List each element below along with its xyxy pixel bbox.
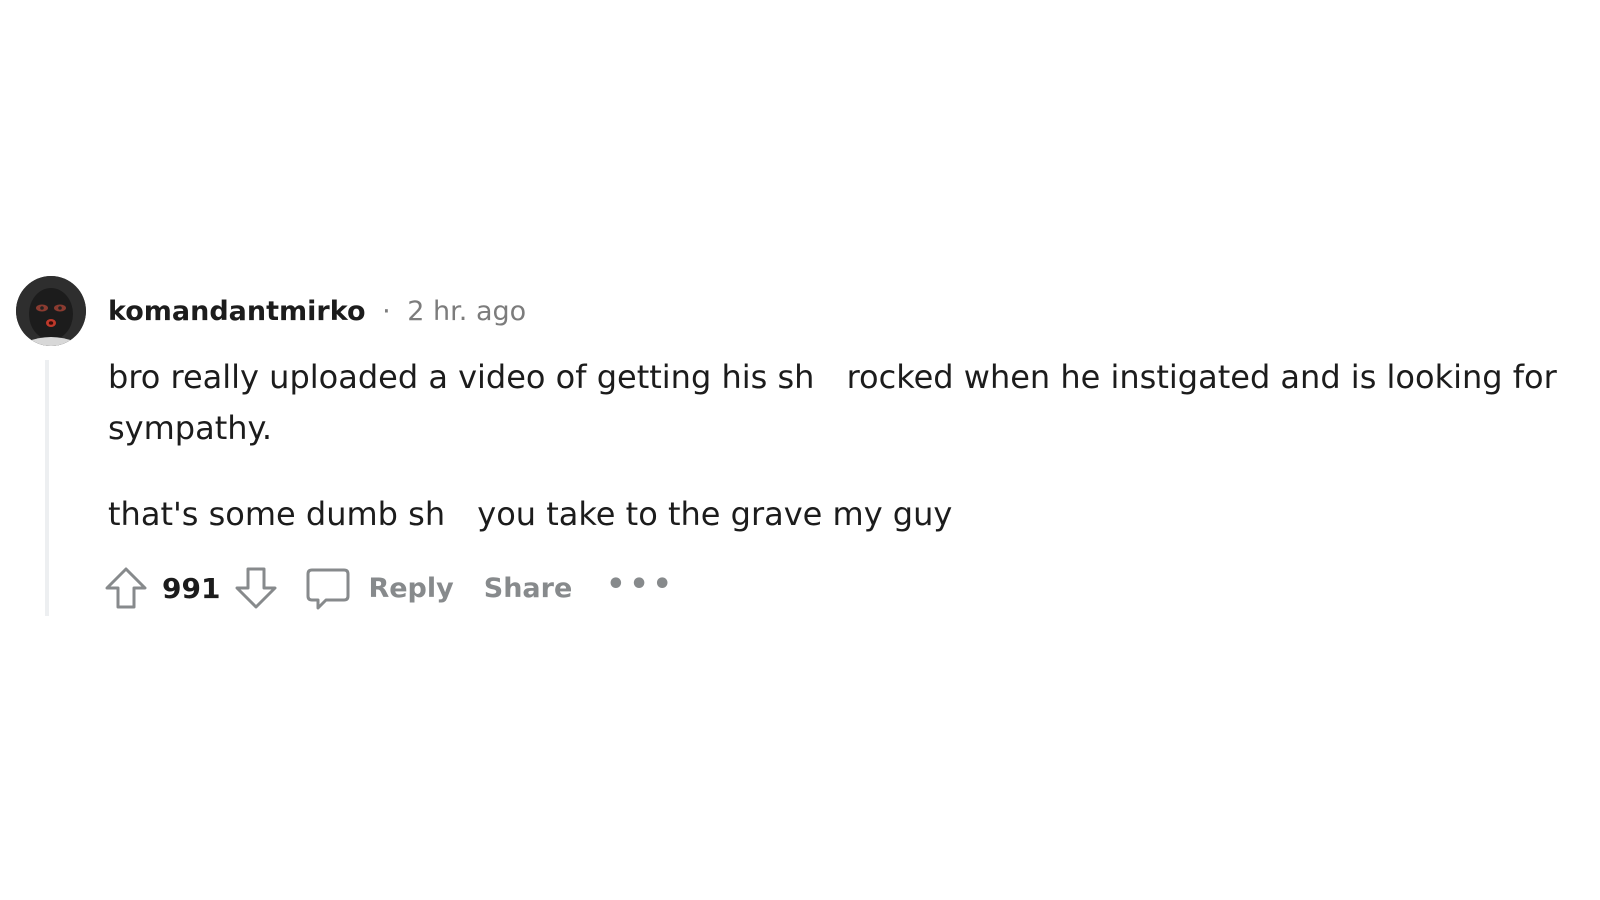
comment-bubble-icon[interactable] — [304, 564, 352, 612]
comment-actions: 991 Reply Share ••• — [102, 562, 676, 614]
more-options-button[interactable]: ••• — [606, 567, 676, 602]
paragraph-text: you take to the grave my guy — [467, 495, 953, 533]
comment-paragraph: that's some dumb sh you take to the grav… — [108, 489, 1578, 540]
avatar[interactable] — [16, 276, 86, 346]
reply-button[interactable]: Reply — [368, 573, 453, 604]
author-name[interactable]: komandantmirko — [108, 296, 366, 327]
paragraph-text: that's some dumb sh — [108, 495, 446, 533]
paragraph-text: bro really uploaded a video of getting h… — [108, 358, 815, 396]
timestamp[interactable]: 2 hr. ago — [407, 296, 526, 327]
vote-score: 991 — [162, 571, 221, 605]
avatar-image — [16, 276, 86, 346]
share-button[interactable]: Share — [484, 573, 573, 604]
comment-body: bro really uploaded a video of getting h… — [108, 352, 1578, 540]
comment-paragraph: bro really uploaded a video of getting h… — [108, 352, 1578, 454]
downvote-arrow-icon[interactable] — [232, 564, 280, 612]
upvote-arrow-icon[interactable] — [102, 564, 150, 612]
comment-header: komandantmirko · 2 hr. ago — [108, 294, 526, 330]
separator-dot: · — [382, 296, 391, 327]
thread-line[interactable] — [45, 360, 49, 616]
